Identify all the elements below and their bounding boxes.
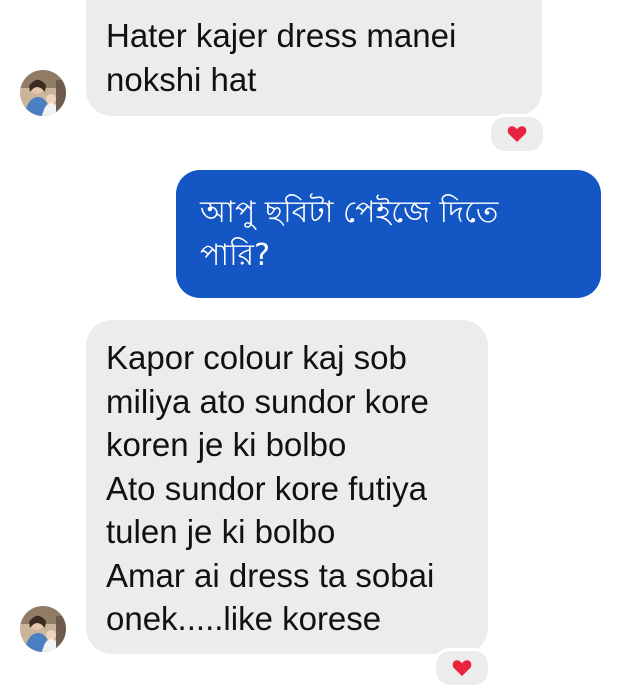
incoming-message-bubble[interactable]: Kapor colour kaj sob miliya ato sundor k… [86,320,488,654]
avatar-photo-icon [20,70,66,116]
heart-reaction[interactable] [488,114,546,154]
sender-avatar[interactable] [20,70,66,116]
sender-avatar[interactable] [20,606,66,652]
avatar-photo-icon [20,606,66,652]
heart-icon [507,126,527,142]
heart-icon [452,660,472,676]
heart-reaction[interactable] [433,648,491,688]
chat-thread: Hater kajer dress manei nokshi hat আপু ছ… [0,0,640,700]
incoming-message-bubble[interactable]: Hater kajer dress manei nokshi hat [86,0,542,116]
outgoing-message-bubble[interactable]: আপু ছবিটা পেইজে দিতে পারি? [176,170,601,298]
